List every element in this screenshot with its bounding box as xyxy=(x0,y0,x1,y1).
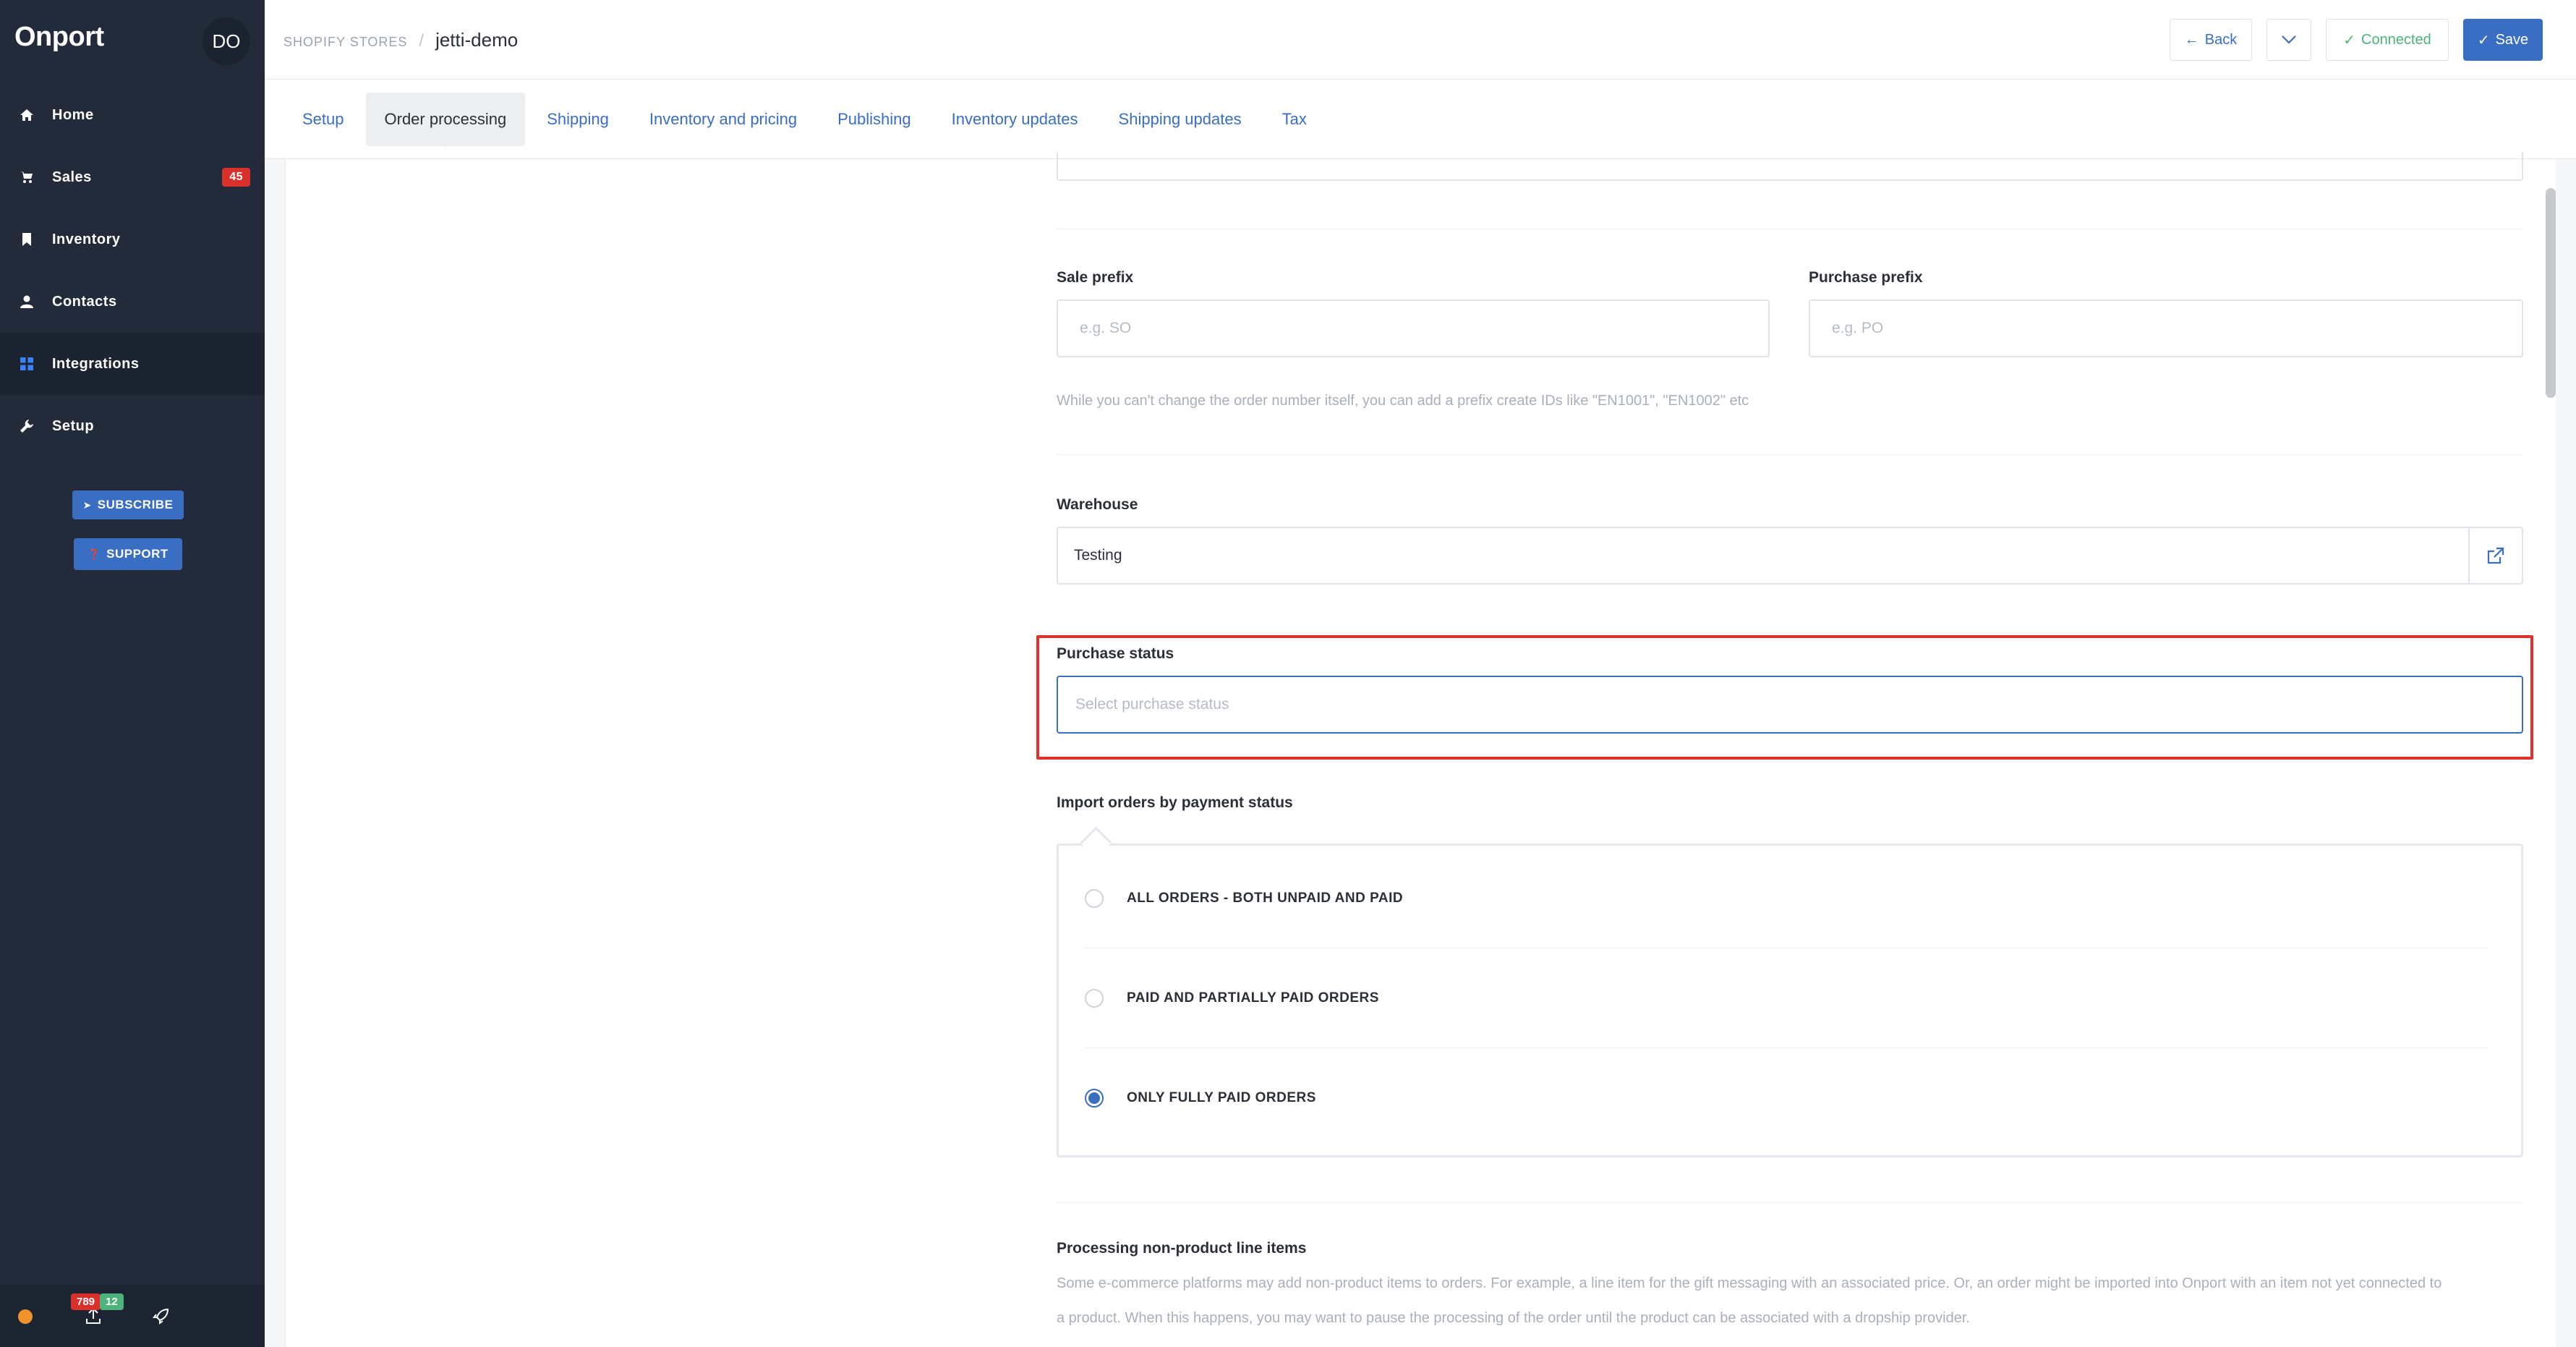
page-header: SHOPIFY STORES / jetti-demo ← Back ✓ Con… xyxy=(265,0,2576,80)
purchase-status-label: Purchase status xyxy=(1057,645,1174,662)
settings-tabs: Setup Order processing Shipping Inventor… xyxy=(265,80,2576,159)
sidebar-item-sales[interactable]: Sales 45 xyxy=(0,146,265,208)
sidebar-item-label: Sales xyxy=(52,169,92,185)
brand-logo[interactable]: Onport xyxy=(14,22,104,53)
sidebar: Onport DO Home Sales 45 Inventory Contac… xyxy=(0,0,265,1347)
tab-inventory-and-pricing[interactable]: Inventory and pricing xyxy=(631,93,816,146)
divider xyxy=(1057,454,2523,455)
sidebar-item-contacts[interactable]: Contacts xyxy=(0,271,265,333)
breadcrumb-store-type[interactable]: SHOPIFY STORES xyxy=(283,35,407,50)
sidebar-item-label: Setup xyxy=(52,417,95,434)
sidebar-footer: 789 12 xyxy=(0,1285,265,1347)
radio-button[interactable] xyxy=(1085,988,1104,1008)
back-button[interactable]: ← Back xyxy=(2170,19,2252,61)
connected-button[interactable]: ✓ Connected xyxy=(2326,19,2449,61)
subscribe-button[interactable]: ➤ SUBSCRIBE xyxy=(72,490,184,519)
breadcrumb: SHOPIFY STORES / jetti-demo xyxy=(283,29,518,51)
non-product-label: Processing non-product line items xyxy=(1057,1240,1307,1257)
sidebar-item-integrations[interactable]: Integrations xyxy=(0,333,265,395)
cart-icon xyxy=(19,169,35,185)
support-button[interactable]: ❓ SUPPORT xyxy=(74,538,182,570)
user-icon xyxy=(19,294,35,310)
purchase-status-select[interactable]: Select purchase status xyxy=(1057,676,2523,734)
radio-option-paid-and-partially-paid[interactable]: PAID AND PARTIALLY PAID ORDERS xyxy=(1085,948,2488,1048)
payment-status-options: ALL ORDERS - BOTH UNPAID AND PAID PAID A… xyxy=(1057,844,2523,1157)
import-orders-label: Import orders by payment status xyxy=(1057,794,1293,811)
radio-label: PAID AND PARTIALLY PAID ORDERS xyxy=(1127,990,1379,1006)
prefix-hint: While you can't change the order number … xyxy=(1057,393,1749,409)
bookmark-icon xyxy=(19,231,35,247)
page-title: jetti-demo xyxy=(435,29,519,51)
sidebar-item-home[interactable]: Home xyxy=(0,84,265,146)
save-button[interactable]: ✓ Save xyxy=(2463,19,2543,61)
sale-prefix-input[interactable]: e.g. SO xyxy=(1057,299,1770,357)
check-icon: ✓ xyxy=(2477,32,2490,48)
purchase-prefix-input[interactable]: e.g. PO xyxy=(1809,299,2523,357)
tab-setup[interactable]: Setup xyxy=(283,93,363,146)
warehouse-label: Warehouse xyxy=(1057,496,1138,513)
warehouse-select[interactable]: Testing xyxy=(1057,527,2470,585)
tab-shipping-updates[interactable]: Shipping updates xyxy=(1100,93,1261,146)
grid-icon xyxy=(19,356,35,372)
sidebar-item-label: Integrations xyxy=(52,355,140,372)
help-icon: ❓ xyxy=(88,548,101,560)
chevron-down-icon xyxy=(2282,35,2296,44)
wrench-icon xyxy=(19,418,35,434)
more-actions-button[interactable] xyxy=(2266,19,2311,61)
tab-publishing[interactable]: Publishing xyxy=(819,93,930,146)
radio-option-only-fully-paid[interactable]: ONLY FULLY PAID ORDERS xyxy=(1085,1048,2488,1148)
radio-button-checked[interactable] xyxy=(1085,1089,1104,1108)
sidebar-item-label: Contacts xyxy=(52,293,117,310)
previous-field[interactable] xyxy=(1057,152,2523,181)
arrow-left-icon: ← xyxy=(2184,31,2199,48)
tab-inventory-updates[interactable]: Inventory updates xyxy=(933,93,1097,146)
open-warehouse-button[interactable] xyxy=(2470,527,2523,585)
sidebar-item-label: Inventory xyxy=(52,231,121,247)
sidebar-item-setup[interactable]: Setup xyxy=(0,395,265,457)
radio-button[interactable] xyxy=(1085,888,1104,908)
non-product-description-line-2: a product. When this happens, you may wa… xyxy=(1057,1310,1970,1326)
send-icon: ➤ xyxy=(82,498,92,511)
avatar[interactable]: DO xyxy=(202,17,250,65)
home-icon xyxy=(19,107,35,123)
tab-shipping[interactable]: Shipping xyxy=(528,93,628,146)
radio-option-all-orders[interactable]: ALL ORDERS - BOTH UNPAID AND PAID xyxy=(1085,849,2488,948)
main-content: Sale prefix e.g. SO Purchase prefix e.g.… xyxy=(285,152,2556,1347)
sales-count-badge: 45 xyxy=(222,168,250,187)
breadcrumb-separator: / xyxy=(419,31,425,51)
upload-icon[interactable]: 789 12 xyxy=(71,1293,124,1328)
external-link-icon xyxy=(2487,547,2504,564)
sidebar-item-inventory[interactable]: Inventory xyxy=(0,208,265,271)
jobs-running-badge: 12 xyxy=(100,1293,124,1310)
jobs-failed-badge: 789 xyxy=(71,1293,101,1310)
sidebar-item-label: Home xyxy=(52,106,94,123)
non-product-description-line-1: Some e-commerce platforms may add non-pr… xyxy=(1057,1275,2442,1291)
status-dot[interactable] xyxy=(18,1309,33,1324)
rocket-icon[interactable] xyxy=(149,1304,174,1328)
radio-label: ALL ORDERS - BOTH UNPAID AND PAID xyxy=(1127,890,1404,906)
sidebar-nav: Home Sales 45 Inventory Contacts Integra… xyxy=(0,84,265,457)
check-icon: ✓ xyxy=(2343,32,2355,48)
tab-order-processing[interactable]: Order processing xyxy=(365,92,526,148)
purchase-prefix-label: Purchase prefix xyxy=(1809,269,1923,286)
divider xyxy=(1057,1202,2523,1203)
radio-label: ONLY FULLY PAID ORDERS xyxy=(1127,1090,1316,1105)
scrollbar[interactable] xyxy=(2546,188,2556,398)
tab-tax[interactable]: Tax xyxy=(1263,93,1326,146)
sale-prefix-label: Sale prefix xyxy=(1057,269,1134,286)
